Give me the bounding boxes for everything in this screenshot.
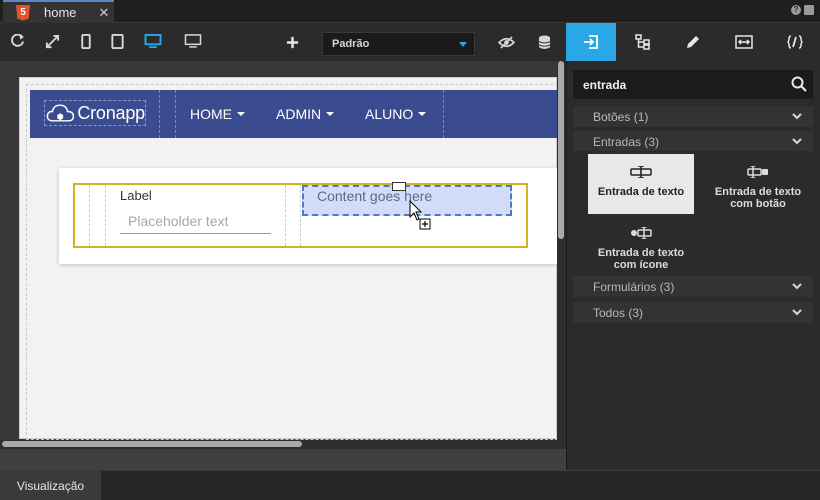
search-input[interactable]: entrada	[583, 78, 626, 92]
vertical-scroll-thumb[interactable]	[558, 61, 564, 239]
caret-down-icon	[418, 112, 427, 116]
editor-toolbar	[0, 24, 566, 61]
chevron-down-icon	[792, 283, 802, 290]
chevron-down-icon	[792, 309, 802, 316]
database-icon[interactable]	[538, 35, 551, 50]
design-canvas[interactable]: Cronapp HOME ADMIN ALUNO Label Placehold…	[0, 61, 566, 449]
maximize-icon[interactable]	[804, 5, 814, 15]
component-entrada-de-texto[interactable]: Entrada de texto	[588, 154, 694, 214]
component-search[interactable]: entrada	[573, 70, 813, 99]
component-grid: Entrada de texto Entrada de texto com bo…	[573, 151, 813, 275]
components-panel: entrada Botões (1) Entradas (3) Entrada …	[566, 23, 820, 470]
tablet-device-icon[interactable]	[111, 34, 124, 49]
function-icon	[787, 35, 803, 49]
search-icon[interactable]	[791, 76, 807, 92]
text-input[interactable]: Placeholder text	[120, 211, 271, 234]
resize-horizontal-icon	[735, 35, 753, 49]
help-icon[interactable]: ?	[791, 5, 801, 15]
category-todos[interactable]: Todos (3)	[573, 302, 813, 324]
text-input-button-icon	[747, 166, 768, 178]
horizontal-scrollbar[interactable]	[0, 440, 557, 449]
panel-divider	[566, 23, 567, 470]
text-input-icon-icon	[631, 227, 652, 239]
caret-down-icon	[459, 42, 467, 47]
column-outline	[89, 185, 90, 246]
column-outline	[300, 185, 301, 246]
cloud-logo-icon	[46, 104, 75, 122]
nav-item-label: HOME	[190, 106, 232, 122]
category-botoes[interactable]: Botões (1)	[573, 106, 813, 128]
fullscreen-icon[interactable]	[45, 34, 60, 49]
tab-strip: 5 home ✕ ?	[0, 0, 820, 23]
category-formularios[interactable]: Formulários (3)	[573, 276, 813, 298]
nav-item-admin[interactable]: ADMIN	[276, 106, 335, 122]
tree-structure-icon	[635, 34, 650, 50]
component-label: Entrada de texto	[597, 186, 685, 198]
caret-down-icon	[237, 112, 245, 116]
input-placeholder: Placeholder text	[128, 213, 229, 229]
panel-tabs	[566, 23, 820, 61]
horizontal-scroll-thumb[interactable]	[2, 441, 302, 447]
component-entrada-de-texto-com-botao[interactable]: Entrada de texto com botão	[705, 154, 811, 214]
tab-edit[interactable]	[668, 23, 718, 61]
mouse-cursor-icon	[409, 200, 431, 230]
html5-icon: 5	[16, 4, 30, 21]
selected-row[interactable]: Label Placeholder text Content goes here	[73, 183, 528, 248]
brand-logo[interactable]: Cronapp	[44, 100, 146, 126]
tab-events[interactable]	[770, 23, 820, 61]
visibility-off-icon[interactable]	[498, 36, 515, 49]
caret-down-icon	[326, 112, 335, 116]
refresh-icon[interactable]	[10, 34, 25, 49]
status-bar	[0, 449, 566, 470]
vertical-scrollbar[interactable]	[557, 61, 566, 449]
monitor-device-icon[interactable]	[184, 34, 202, 49]
pencil-icon	[687, 36, 699, 48]
plus-icon[interactable]	[286, 36, 299, 49]
category-label: Botões (1)	[593, 110, 649, 124]
theme-dropdown[interactable]: Padrão	[322, 32, 475, 56]
tab-label: home	[44, 5, 77, 20]
tab-layout[interactable]	[719, 23, 769, 61]
drop-target[interactable]: Content goes here	[302, 185, 512, 216]
component-label: Entrada de texto com botão	[714, 186, 802, 210]
component-entrada-de-texto-com-icone[interactable]: Entrada de texto com ícone	[588, 215, 694, 275]
nav-item-label: ALUNO	[365, 106, 414, 122]
close-icon[interactable]: ✕	[99, 5, 110, 21]
logo-text: Cronapp	[77, 102, 145, 123]
text-input-icon	[630, 166, 652, 178]
mobile-device-icon[interactable]	[81, 34, 91, 49]
drag-ghost-icon	[392, 182, 406, 191]
page-preview: Cronapp HOME ADMIN ALUNO Label Placehold…	[19, 77, 558, 440]
nav-item-label: ADMIN	[276, 106, 322, 122]
category-entradas[interactable]: Entradas (3)	[573, 131, 813, 153]
chevron-down-icon	[792, 113, 802, 120]
nav-separator	[443, 90, 444, 138]
category-label: Todos (3)	[593, 306, 644, 320]
desktop-device-icon[interactable]	[144, 34, 162, 49]
tab-home[interactable]: 5 home ✕	[3, 0, 114, 23]
nav-item-home[interactable]: HOME	[190, 106, 245, 122]
category-label: Entradas (3)	[593, 135, 660, 149]
dropdown-value: Padrão	[332, 38, 370, 50]
nav-separator	[159, 90, 160, 138]
navbar[interactable]: Cronapp HOME ADMIN ALUNO	[30, 90, 558, 138]
column-outline	[105, 185, 106, 246]
nav-separator	[175, 90, 176, 138]
field-label: Label	[120, 188, 152, 203]
window-controls: ?	[791, 5, 814, 15]
nav-item-aluno[interactable]: ALUNO	[365, 106, 427, 122]
insert-component-icon	[584, 35, 598, 49]
component-label: Entrada de texto com ícone	[597, 247, 685, 271]
content-card[interactable]: Label Placeholder text Content goes here	[59, 168, 557, 264]
tab-components[interactable]	[566, 23, 616, 61]
column-outline	[285, 185, 286, 246]
chevron-down-icon	[792, 138, 802, 145]
tab-visualizacao[interactable]: Visualização	[0, 471, 101, 500]
category-label: Formulários (3)	[593, 280, 675, 294]
bottom-bar: Visualização	[0, 470, 820, 500]
tab-tree[interactable]	[618, 23, 668, 61]
